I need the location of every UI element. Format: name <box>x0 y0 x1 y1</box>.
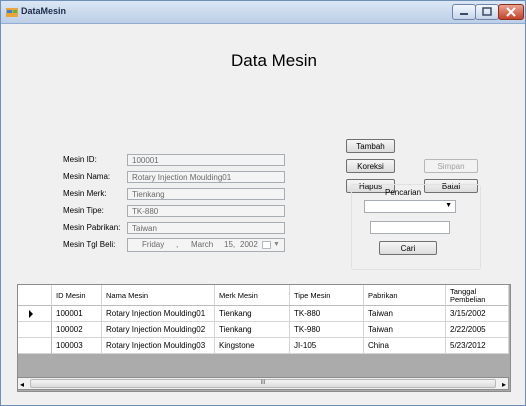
calendar-icon[interactable] <box>262 241 271 249</box>
search-input[interactable] <box>370 221 450 234</box>
mesin-tgl-beli-datepicker[interactable]: Friday , March 15, 2002 ▼ <box>127 238 285 252</box>
row-header[interactable] <box>18 338 52 354</box>
table-row[interactable]: 100002 Rotary Injection Moulding02 Tienk… <box>18 322 509 338</box>
cell-merk-mesin[interactable]: Kingstone <box>215 338 290 354</box>
cell-id-mesin[interactable]: 100001 <box>52 306 102 322</box>
cell-tipe-mesin[interactable]: JI-105 <box>290 338 364 354</box>
scroll-thumb[interactable]: III <box>30 379 496 388</box>
mesin-tipe-field[interactable]: TK-880 <box>127 205 285 217</box>
minimize-icon <box>460 13 468 15</box>
minimize-button[interactable] <box>452 4 476 20</box>
row-header[interactable] <box>18 322 52 338</box>
cell-nama-mesin[interactable]: Rotary Injection Moulding03 <box>102 338 215 354</box>
chevron-down-icon[interactable]: ▼ <box>273 241 280 248</box>
label-mesin-nama: Mesin Nama: <box>63 172 111 181</box>
cell-nama-mesin[interactable]: Rotary Injection Moulding01 <box>102 306 215 322</box>
label-mesin-tgl-beli: Mesin Tgl Beli: <box>63 240 116 249</box>
window-title: DataMesin <box>21 6 67 16</box>
mesin-pabrikan-field[interactable]: Taiwan <box>127 222 285 234</box>
column-header-nama-mesin[interactable]: Nama Mesin <box>102 285 215 306</box>
horizontal-scrollbar[interactable]: ◂ III ▸ <box>17 377 509 390</box>
mesin-id-field[interactable]: 100001 <box>127 154 285 166</box>
cell-id-mesin[interactable]: 100003 <box>52 338 102 354</box>
column-header-merk-mesin[interactable]: Merk Mesin <box>215 285 290 306</box>
cell-tipe-mesin[interactable]: TK-980 <box>290 322 364 338</box>
cell-pabrikan[interactable]: Taiwan <box>364 322 446 338</box>
search-combo[interactable]: ▼ <box>364 200 456 213</box>
column-header-pabrikan[interactable]: Pabrikan <box>364 285 446 306</box>
label-mesin-merk: Mesin Merk: <box>63 189 107 198</box>
grid-corner-header <box>18 285 52 306</box>
table-row[interactable]: 100001 Rotary Injection Moulding01 Tienk… <box>18 306 509 322</box>
mesin-merk-field[interactable]: Tienkang <box>127 188 285 200</box>
maximize-icon <box>482 7 492 16</box>
label-mesin-pabrikan: Mesin Pabrikan: <box>63 223 121 232</box>
date-month[interactable]: March <box>191 240 213 249</box>
close-icon <box>506 7 516 17</box>
close-button[interactable] <box>498 4 524 20</box>
cell-tipe-mesin[interactable]: TK-880 <box>290 306 364 322</box>
form-title: Data Mesin <box>231 51 317 70</box>
scroll-right-arrow-icon[interactable]: ▸ <box>502 380 506 389</box>
date-year[interactable]: 2002 <box>240 240 258 249</box>
mesin-nama-field[interactable]: Rotary Injection Moulding01 <box>127 171 285 183</box>
cell-merk-mesin[interactable]: Tienkang <box>215 306 290 322</box>
current-row-arrow-icon <box>29 310 33 318</box>
maximize-button[interactable] <box>475 4 499 20</box>
data-grid[interactable]: ID Mesin Nama Mesin Merk Mesin Tipe Mesi… <box>17 284 511 392</box>
title-bar: DataMesin <box>1 1 525 24</box>
cell-id-mesin[interactable]: 100002 <box>52 322 102 338</box>
datamesin-window: DataMesin Data Mesin Mesin ID: Mesin Nam… <box>0 0 526 406</box>
cell-nama-mesin[interactable]: Rotary Injection Moulding02 <box>102 322 215 338</box>
cari-button[interactable]: Cari <box>379 241 437 255</box>
date-day-name[interactable]: Friday <box>142 240 164 249</box>
cell-pabrikan[interactable]: Taiwan <box>364 306 446 322</box>
koreksi-button[interactable]: Koreksi <box>346 159 395 173</box>
column-header-tipe-mesin[interactable]: Tipe Mesin <box>290 285 364 306</box>
chevron-down-icon[interactable]: ▼ <box>445 202 452 209</box>
label-mesin-id: Mesin ID: <box>63 155 97 164</box>
cell-tanggal-pembelian[interactable]: 3/15/2002 <box>446 306 509 322</box>
cell-tanggal-pembelian[interactable]: 2/22/2005 <box>446 322 509 338</box>
column-header-id-mesin[interactable]: ID Mesin <box>52 285 102 306</box>
cell-pabrikan[interactable]: China <box>364 338 446 354</box>
cell-merk-mesin[interactable]: Tienkang <box>215 322 290 338</box>
tambah-button[interactable]: Tambah <box>346 139 395 153</box>
app-icon <box>6 8 18 17</box>
column-header-tanggal-pembelian[interactable]: Tanggal Pembelian <box>446 285 509 306</box>
simpan-button[interactable]: Simpan <box>424 159 478 173</box>
date-separator: , <box>176 240 179 249</box>
row-header[interactable] <box>18 306 52 322</box>
cell-tanggal-pembelian[interactable]: 5/23/2012 <box>446 338 509 354</box>
table-row[interactable]: 100003 Rotary Injection Moulding03 Kings… <box>18 338 509 354</box>
search-title: Pencarian <box>385 188 422 197</box>
label-mesin-tipe: Mesin Tipe: <box>63 206 104 215</box>
date-day[interactable]: 15, <box>224 240 235 249</box>
scroll-left-arrow-icon[interactable]: ◂ <box>20 380 24 389</box>
